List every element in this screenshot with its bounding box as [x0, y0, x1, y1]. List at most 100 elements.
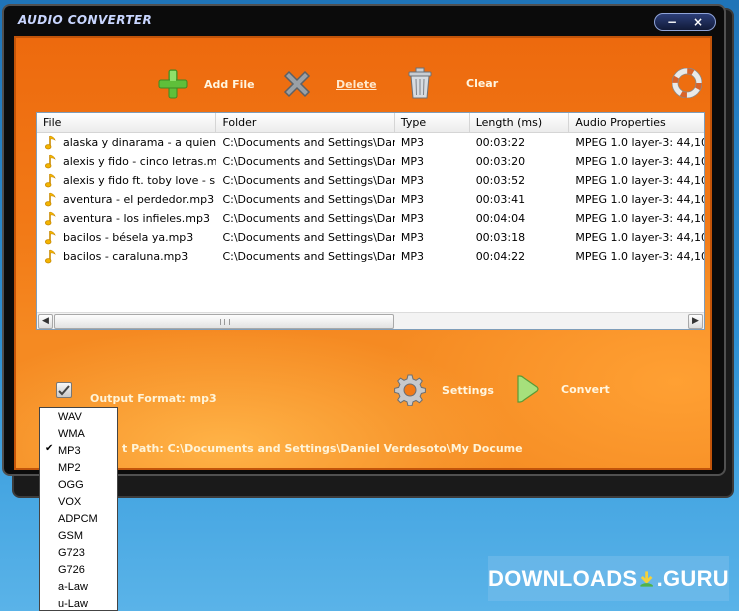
format-option-vox[interactable]: VOX — [40, 494, 117, 511]
settings-button[interactable]: Settings — [394, 374, 494, 406]
music-note-icon — [45, 192, 56, 207]
cell-length: 00:03:22 — [475, 136, 526, 149]
file-name: bacilos - caraluna.mp3 — [63, 250, 189, 263]
table-row[interactable]: alaska y dinarama - a quien l... C:\Docum… — [37, 133, 704, 152]
window-title: AUDIO CONVERTER — [18, 13, 153, 27]
cell-folder: C:\Documents and Settings\Dani... — [222, 155, 395, 168]
trash-icon — [408, 67, 432, 99]
cell-file: alaska y dinarama - a quien l... — [37, 133, 216, 152]
lifebuoy-icon — [672, 68, 702, 98]
delete-label: Delete — [336, 77, 377, 91]
cell-file: alexis y fido - cinco letras.mp3 — [37, 152, 216, 171]
cell-length: 00:04:22 — [475, 250, 526, 263]
music-note-icon — [45, 211, 56, 226]
column-header-file[interactable]: File — [37, 113, 217, 133]
format-option-label: OGG — [58, 479, 84, 491]
table-row[interactable]: alexis y fido ft. toby love - s... C:\Doc… — [37, 171, 704, 190]
music-note-icon — [45, 154, 56, 169]
format-dropdown-menu[interactable]: WAV WMA ✔ MP3 MP2 OGG VOX ADPCM GSM G723 G726 a-Law… — [39, 407, 118, 611]
table-row[interactable]: bacilos - bésela ya.mp3 C:\Documents and … — [37, 228, 704, 247]
cell-file: alexis y fido ft. toby love - s... — [37, 171, 216, 190]
cell-type: MP3 — [400, 212, 425, 225]
cell-folder: C:\Documents and Settings\Dani... — [222, 193, 395, 206]
cell-type: MP3 — [400, 136, 425, 149]
checkmark-icon: ✔ — [45, 443, 54, 454]
column-header-folder[interactable]: Folder — [216, 113, 395, 133]
cell-type: MP3 — [400, 231, 425, 244]
file-name: bacilos - bésela ya.mp3 — [63, 231, 194, 244]
cell-folder: C:\Documents and Settings\Dani... — [222, 231, 395, 244]
format-option-g723[interactable]: G723 — [40, 545, 117, 562]
format-option-u-law[interactable]: u-Law — [40, 596, 117, 611]
format-option-label: MP3 — [58, 445, 81, 457]
format-option-ogg[interactable]: OGG — [40, 477, 117, 494]
cell-file: bacilos - caraluna.mp3 — [37, 247, 216, 266]
cell-folder: C:\Documents and Settings\Dani... — [222, 136, 395, 149]
column-header-audio-properties[interactable]: Audio Properties — [569, 113, 704, 133]
format-option-wav[interactable]: WAV — [40, 409, 117, 426]
music-note-icon — [45, 135, 56, 150]
cell-audio-properties: MPEG 1.0 layer-3: 44,100 — [575, 231, 704, 244]
format-option-mp2[interactable]: MP2 — [40, 460, 117, 477]
format-option-label: u-Law — [58, 598, 88, 610]
cell-file: aventura - los infieles.mp3 — [37, 209, 216, 228]
file-list[interactable]: File Folder Type Length (ms) Audio Prope… — [36, 112, 705, 330]
cell-audio-properties: MPEG 1.0 layer-3: 44,100 — [575, 155, 704, 168]
output-format-checkbox[interactable] — [56, 382, 72, 398]
window-controls: − × — [654, 13, 716, 31]
cell-type: MP3 — [400, 155, 425, 168]
help-button[interactable] — [672, 68, 702, 98]
file-name: alexis y fido - cinco letras.mp3 — [63, 155, 217, 168]
format-option-label: MP2 — [58, 462, 81, 474]
cell-folder: C:\Documents and Settings\Dani... — [222, 174, 395, 187]
app-window: AUDIO CONVERTER − × Add File Delete Clea… — [2, 4, 726, 476]
add-file-button[interactable]: Add File — [156, 68, 255, 100]
file-name: aventura - los infieles.mp3 — [63, 212, 210, 225]
column-header-type[interactable]: Type — [395, 113, 470, 133]
format-option-mp3[interactable]: ✔ MP3 — [40, 443, 117, 460]
format-option-wma[interactable]: WMA — [40, 426, 117, 443]
cell-audio-properties: MPEG 1.0 layer-3: 44,100 — [575, 193, 704, 206]
format-option-label: G723 — [58, 547, 85, 559]
cell-folder: C:\Documents and Settings\Dani... — [222, 250, 395, 263]
clear-label: Clear — [466, 76, 499, 90]
table-row[interactable]: aventura - el perdedor.mp3 C:\Documents a… — [37, 190, 704, 209]
format-option-adpcm[interactable]: ADPCM — [40, 511, 117, 528]
cell-length: 00:04:04 — [475, 212, 526, 225]
music-note-icon — [45, 230, 56, 245]
table-row[interactable]: alexis y fido - cinco letras.mp3 C:\Docum… — [37, 152, 704, 171]
column-header-length[interactable]: Length (ms) — [470, 113, 570, 133]
format-option-a-law[interactable]: a-Law — [40, 579, 117, 596]
cell-audio-properties: MPEG 1.0 layer-3: 44,100 — [575, 250, 704, 263]
format-option-gsm[interactable]: GSM — [40, 528, 117, 545]
cell-folder: C:\Documents and Settings\Dani... — [222, 212, 395, 225]
cell-type: MP3 — [400, 250, 425, 263]
format-option-label: WMA — [58, 428, 85, 440]
close-button[interactable]: × — [684, 14, 712, 30]
horizontal-scrollbar[interactable]: ◀ ▶ — [37, 312, 704, 329]
cell-file: aventura - el perdedor.mp3 — [37, 190, 216, 209]
file-list-header: File Folder Type Length (ms) Audio Prope… — [37, 113, 704, 133]
file-name: alexis y fido ft. toby love - s... — [63, 174, 217, 187]
format-option-label: G726 — [58, 564, 85, 576]
table-row[interactable]: aventura - los infieles.mp3 C:\Documents … — [37, 209, 704, 228]
title-bar[interactable]: AUDIO CONVERTER − × — [4, 6, 724, 34]
scroll-right-button[interactable]: ▶ — [688, 314, 703, 329]
settings-label: Settings — [442, 383, 494, 397]
format-option-g726[interactable]: G726 — [40, 562, 117, 579]
convert-button[interactable]: Convert — [516, 374, 610, 404]
play-icon — [517, 375, 539, 403]
cell-audio-properties: MPEG 1.0 layer-3: 44,100 — [575, 212, 704, 225]
output-path-label[interactable]: t Path: C:\Documents and Settings\Daniel… — [122, 442, 523, 455]
delete-button[interactable]: Delete — [280, 67, 377, 101]
music-note-icon — [45, 249, 56, 264]
table-row[interactable]: bacilos - caraluna.mp3 C:\Documents and S… — [37, 247, 704, 266]
plus-icon — [158, 69, 188, 99]
minimize-button[interactable]: − — [658, 14, 686, 30]
scroll-left-button[interactable]: ◀ — [38, 314, 53, 329]
scroll-thumb[interactable] — [54, 314, 394, 329]
clear-button[interactable]: Clear — [406, 66, 498, 100]
output-format-label[interactable]: Output Format: mp3 — [90, 392, 217, 405]
cell-type: MP3 — [400, 193, 425, 206]
format-option-label: WAV — [58, 411, 82, 423]
